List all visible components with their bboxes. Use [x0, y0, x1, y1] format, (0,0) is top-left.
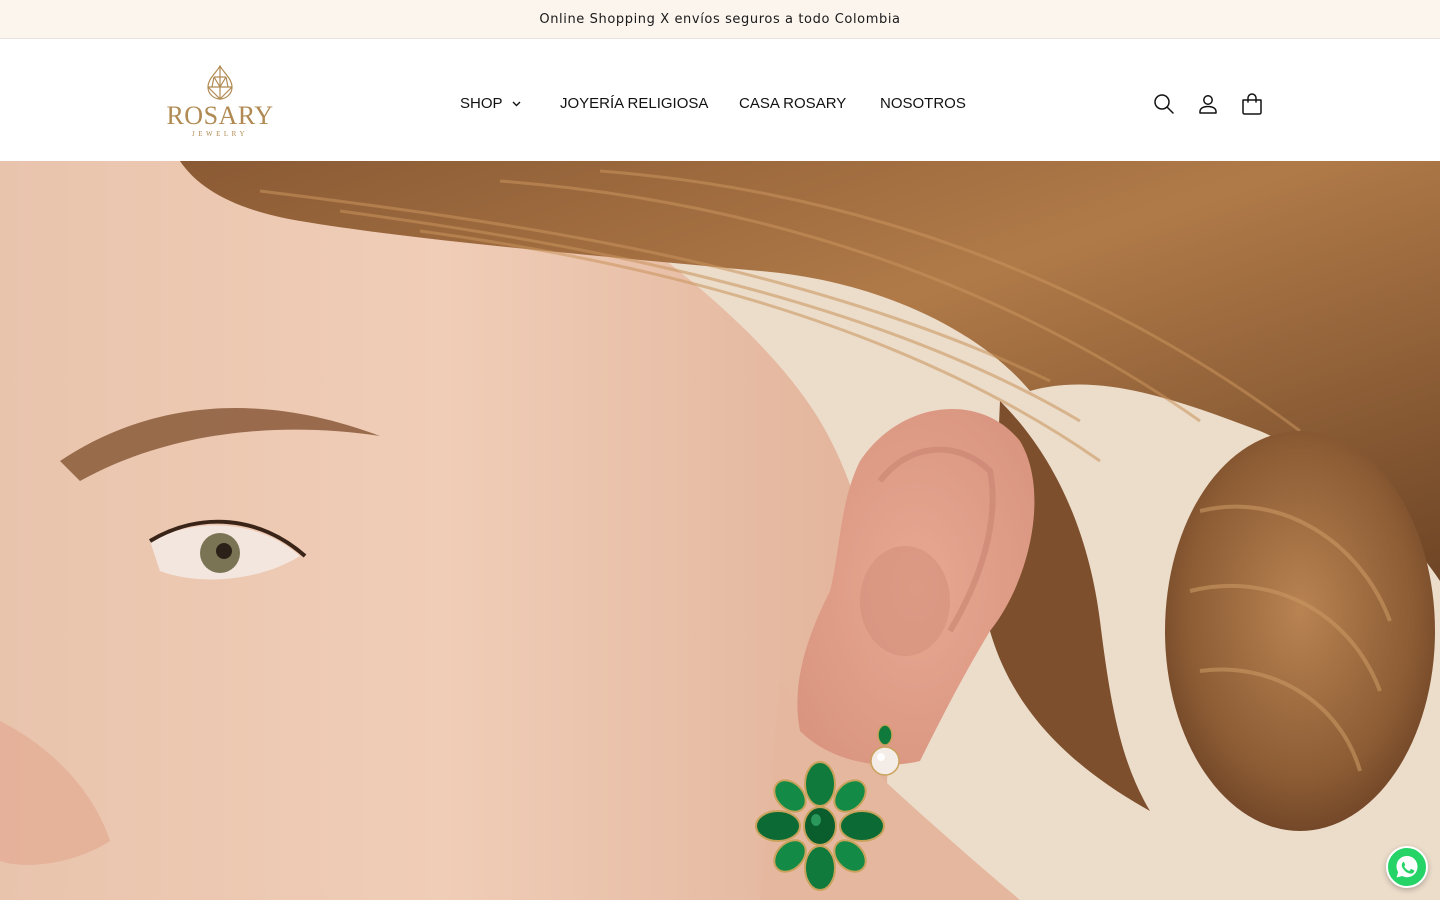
chevron-down-icon [512, 101, 521, 107]
search-icon [1154, 94, 1174, 114]
search-button[interactable] [1152, 92, 1176, 116]
whatsapp-button[interactable] [1386, 846, 1428, 888]
nav-item-casa-rosary[interactable]: CASA ROSARY [739, 95, 846, 112]
hero-banner[interactable] [0, 161, 1440, 900]
nav-item-joyeria-religiosa[interactable]: JOYERÍA RELIGIOSA [560, 95, 708, 112]
hero-image [0, 161, 1440, 900]
cart-icon [1242, 93, 1262, 115]
nav-item-shop[interactable]: SHOP [460, 95, 521, 112]
nav-item-label: CASA ROSARY [739, 95, 847, 112]
nav-item-label: SHOP [460, 95, 503, 112]
brand-logo[interactable]: ROSARY JEWELRY [166, 65, 274, 145]
site-header: ROSARY JEWELRY SHOP JOYERÍA RELIGIOSA CA… [0, 39, 1440, 161]
account-button[interactable] [1196, 92, 1220, 116]
whatsapp-icon [1396, 856, 1418, 878]
logo-wordmark: ROSARY [166, 101, 274, 130]
nav-item-label: JOYERÍA RELIGIOSA [560, 95, 709, 112]
cart-button[interactable] [1240, 92, 1264, 116]
announcement-bar: Online Shopping X envíos seguros a todo … [0, 0, 1440, 39]
nav-item-nosotros[interactable]: NOSOTROS [880, 95, 966, 112]
logo-tagline: JEWELRY [192, 130, 248, 138]
diamond-logo-icon [207, 65, 233, 100]
account-icon [1199, 95, 1217, 114]
announcement-text: Online Shopping X envíos seguros a todo … [539, 11, 901, 27]
nav-item-label: NOSOTROS [880, 95, 966, 112]
